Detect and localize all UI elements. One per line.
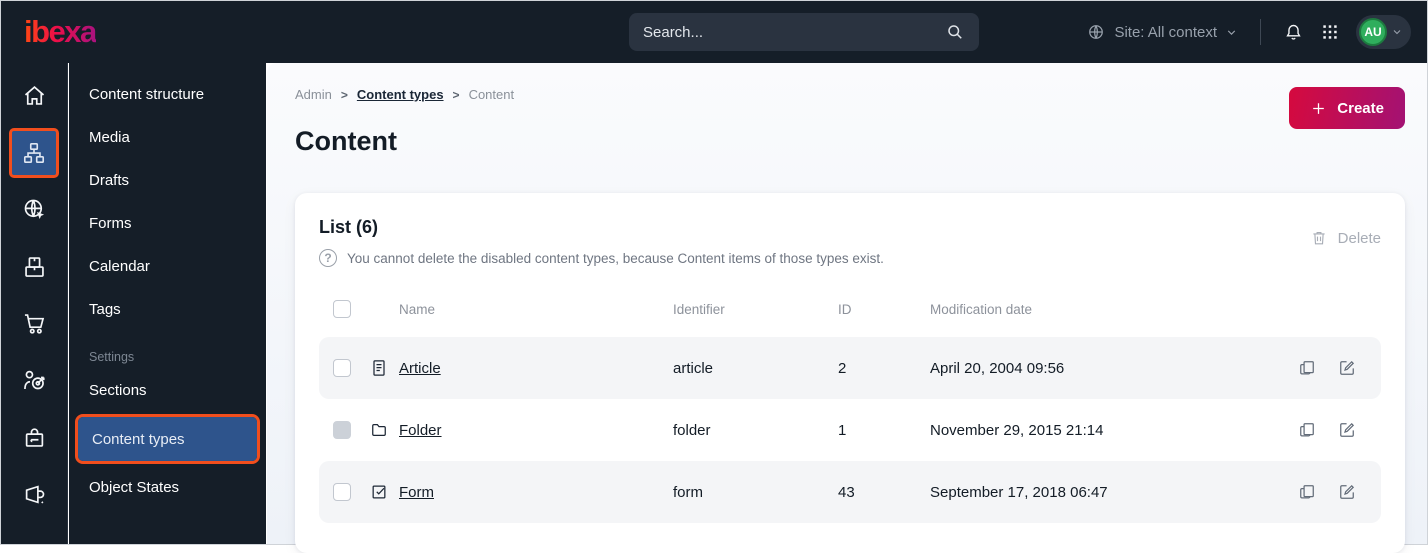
sidebar-item-forms[interactable]: Forms bbox=[69, 202, 266, 245]
global-search[interactable] bbox=[629, 13, 979, 51]
topbar-actions: Site: All context AU bbox=[1086, 1, 1411, 63]
info-text: You cannot delete the disabled content t… bbox=[347, 250, 884, 266]
edit-button[interactable] bbox=[1327, 420, 1367, 440]
cell-identifier: folder bbox=[673, 421, 711, 439]
sidebar-item-calendar[interactable]: Calendar bbox=[69, 245, 266, 288]
globe-icon bbox=[1086, 22, 1106, 42]
notifications-bell-icon[interactable] bbox=[1283, 22, 1304, 43]
cell-identifier: article bbox=[673, 359, 714, 377]
breadcrumb-admin: Admin bbox=[295, 87, 332, 102]
help-circle-icon: ? bbox=[319, 249, 337, 267]
folder-icon bbox=[369, 420, 399, 440]
select-all-checkbox[interactable] bbox=[333, 300, 351, 318]
product-catalog-icon bbox=[21, 253, 48, 280]
copy-button[interactable] bbox=[1287, 420, 1327, 440]
breadcrumb-separator: > bbox=[452, 87, 460, 102]
icon-rail bbox=[1, 63, 68, 544]
rail-item-content-structure[interactable] bbox=[1, 124, 68, 181]
rail-item-personalization[interactable] bbox=[1, 352, 68, 409]
table-row-form: Form form 43 September 17, 2018 06:47 bbox=[319, 461, 1381, 523]
cell-id: 43 bbox=[838, 483, 855, 501]
edit-button[interactable] bbox=[1327, 358, 1367, 378]
delete-button[interactable]: Delete bbox=[1310, 229, 1381, 247]
app-grid-icon[interactable] bbox=[1320, 22, 1340, 42]
annotation-highlight-content-structure bbox=[9, 127, 59, 178]
sidebar-item-content-structure[interactable]: Content structure bbox=[69, 73, 266, 116]
sidebar-item-drafts[interactable]: Drafts bbox=[69, 159, 266, 202]
sidebar-item-sections[interactable]: Sections bbox=[69, 369, 266, 412]
create-button[interactable]: Create bbox=[1289, 87, 1405, 129]
rail-item-admin[interactable] bbox=[1, 409, 68, 466]
ibexa-logo[interactable]: ibexa bbox=[24, 14, 97, 50]
user-menu[interactable]: AU bbox=[1356, 15, 1411, 49]
column-header-modification-date: Modification date bbox=[930, 301, 1033, 317]
cell-modification-date: September 17, 2018 06:47 bbox=[930, 483, 1108, 501]
rail-item-home[interactable] bbox=[1, 67, 68, 124]
article-icon bbox=[369, 358, 399, 378]
delete-button-label: Delete bbox=[1337, 229, 1381, 247]
sidebar-item-content-types[interactable]: Content types bbox=[78, 417, 257, 461]
rail-item-commerce[interactable] bbox=[1, 295, 68, 352]
content-types-table: Name Identifier ID Modification date Art… bbox=[319, 289, 1381, 523]
edit-button[interactable] bbox=[1327, 482, 1367, 502]
form-icon bbox=[369, 482, 399, 502]
site-context-label: Site: All context bbox=[1114, 23, 1217, 41]
content-type-link[interactable]: Folder bbox=[399, 422, 442, 439]
sidebar-item-media[interactable]: Media bbox=[69, 116, 266, 159]
breadcrumb-separator: > bbox=[340, 87, 348, 102]
content-type-link[interactable]: Form bbox=[399, 484, 434, 501]
table-row-folder: Folder folder 1 November 29, 2015 21:14 bbox=[319, 399, 1381, 461]
sidebar-item-tags[interactable]: Tags bbox=[69, 288, 266, 331]
sidebar-item-object-states[interactable]: Object States bbox=[69, 466, 266, 509]
chevron-down-icon bbox=[1225, 26, 1238, 39]
topbar-divider bbox=[1260, 19, 1261, 45]
site-globe-cursor-icon bbox=[21, 196, 48, 223]
cell-modification-date: November 29, 2015 21:14 bbox=[930, 421, 1104, 439]
info-row: ? You cannot delete the disabled content… bbox=[319, 249, 1381, 267]
column-header-id: ID bbox=[838, 301, 852, 317]
content-type-link[interactable]: Article bbox=[399, 360, 441, 377]
site-context-selector[interactable]: Site: All context bbox=[1086, 22, 1238, 42]
breadcrumb-content-types-link[interactable]: Content types bbox=[357, 87, 444, 102]
annotation-highlight-content-types: Content types bbox=[75, 414, 260, 464]
top-bar: ibexa Site: All context bbox=[1, 1, 1427, 63]
admin-badge-icon bbox=[21, 424, 48, 451]
copy-button[interactable] bbox=[1287, 358, 1327, 378]
trash-icon bbox=[1310, 229, 1328, 247]
column-header-identifier: Identifier bbox=[673, 301, 725, 317]
breadcrumb-content: Content bbox=[468, 87, 515, 102]
rail-item-site[interactable] bbox=[1, 181, 68, 238]
rail-item-marketing[interactable] bbox=[1, 466, 68, 523]
cell-identifier: form bbox=[673, 483, 703, 501]
main-content: Admin > Content types > Content Create C… bbox=[267, 63, 1427, 553]
content-types-list-card: List (6) ? You cannot delete the disable… bbox=[295, 193, 1405, 553]
breadcrumb: Admin > Content types > Content bbox=[295, 87, 1405, 102]
create-button-label: Create bbox=[1337, 99, 1384, 117]
chevron-down-icon bbox=[1391, 26, 1403, 38]
settings-section-label: Settings bbox=[89, 350, 135, 364]
cell-id: 1 bbox=[838, 421, 847, 439]
home-icon bbox=[21, 82, 48, 109]
cell-id: 2 bbox=[838, 359, 847, 377]
personalization-icon bbox=[21, 367, 48, 394]
content-structure-icon bbox=[21, 140, 47, 166]
row-checkbox[interactable] bbox=[333, 483, 351, 501]
plus-icon bbox=[1310, 100, 1327, 117]
avatar: AU bbox=[1359, 18, 1387, 46]
cell-modification-date: April 20, 2004 09:56 bbox=[930, 359, 1065, 377]
megaphone-icon bbox=[21, 481, 48, 508]
page-title: Content bbox=[295, 126, 397, 156]
rail-item-product-catalog[interactable] bbox=[1, 238, 68, 295]
row-checkbox[interactable] bbox=[333, 359, 351, 377]
list-title: List (6) bbox=[319, 217, 379, 237]
copy-button[interactable] bbox=[1287, 482, 1327, 502]
sidebar-menu: Content structure Media Drafts Forms Cal… bbox=[69, 63, 266, 544]
row-checkbox-disabled bbox=[333, 421, 351, 439]
table-header-row: Name Identifier ID Modification date bbox=[319, 289, 1381, 329]
column-header-name: Name bbox=[399, 301, 436, 317]
table-row-article: Article article 2 April 20, 2004 09:56 bbox=[319, 337, 1381, 399]
shopping-cart-icon bbox=[21, 310, 48, 337]
search-icon[interactable] bbox=[945, 22, 965, 42]
search-input[interactable] bbox=[643, 23, 945, 41]
